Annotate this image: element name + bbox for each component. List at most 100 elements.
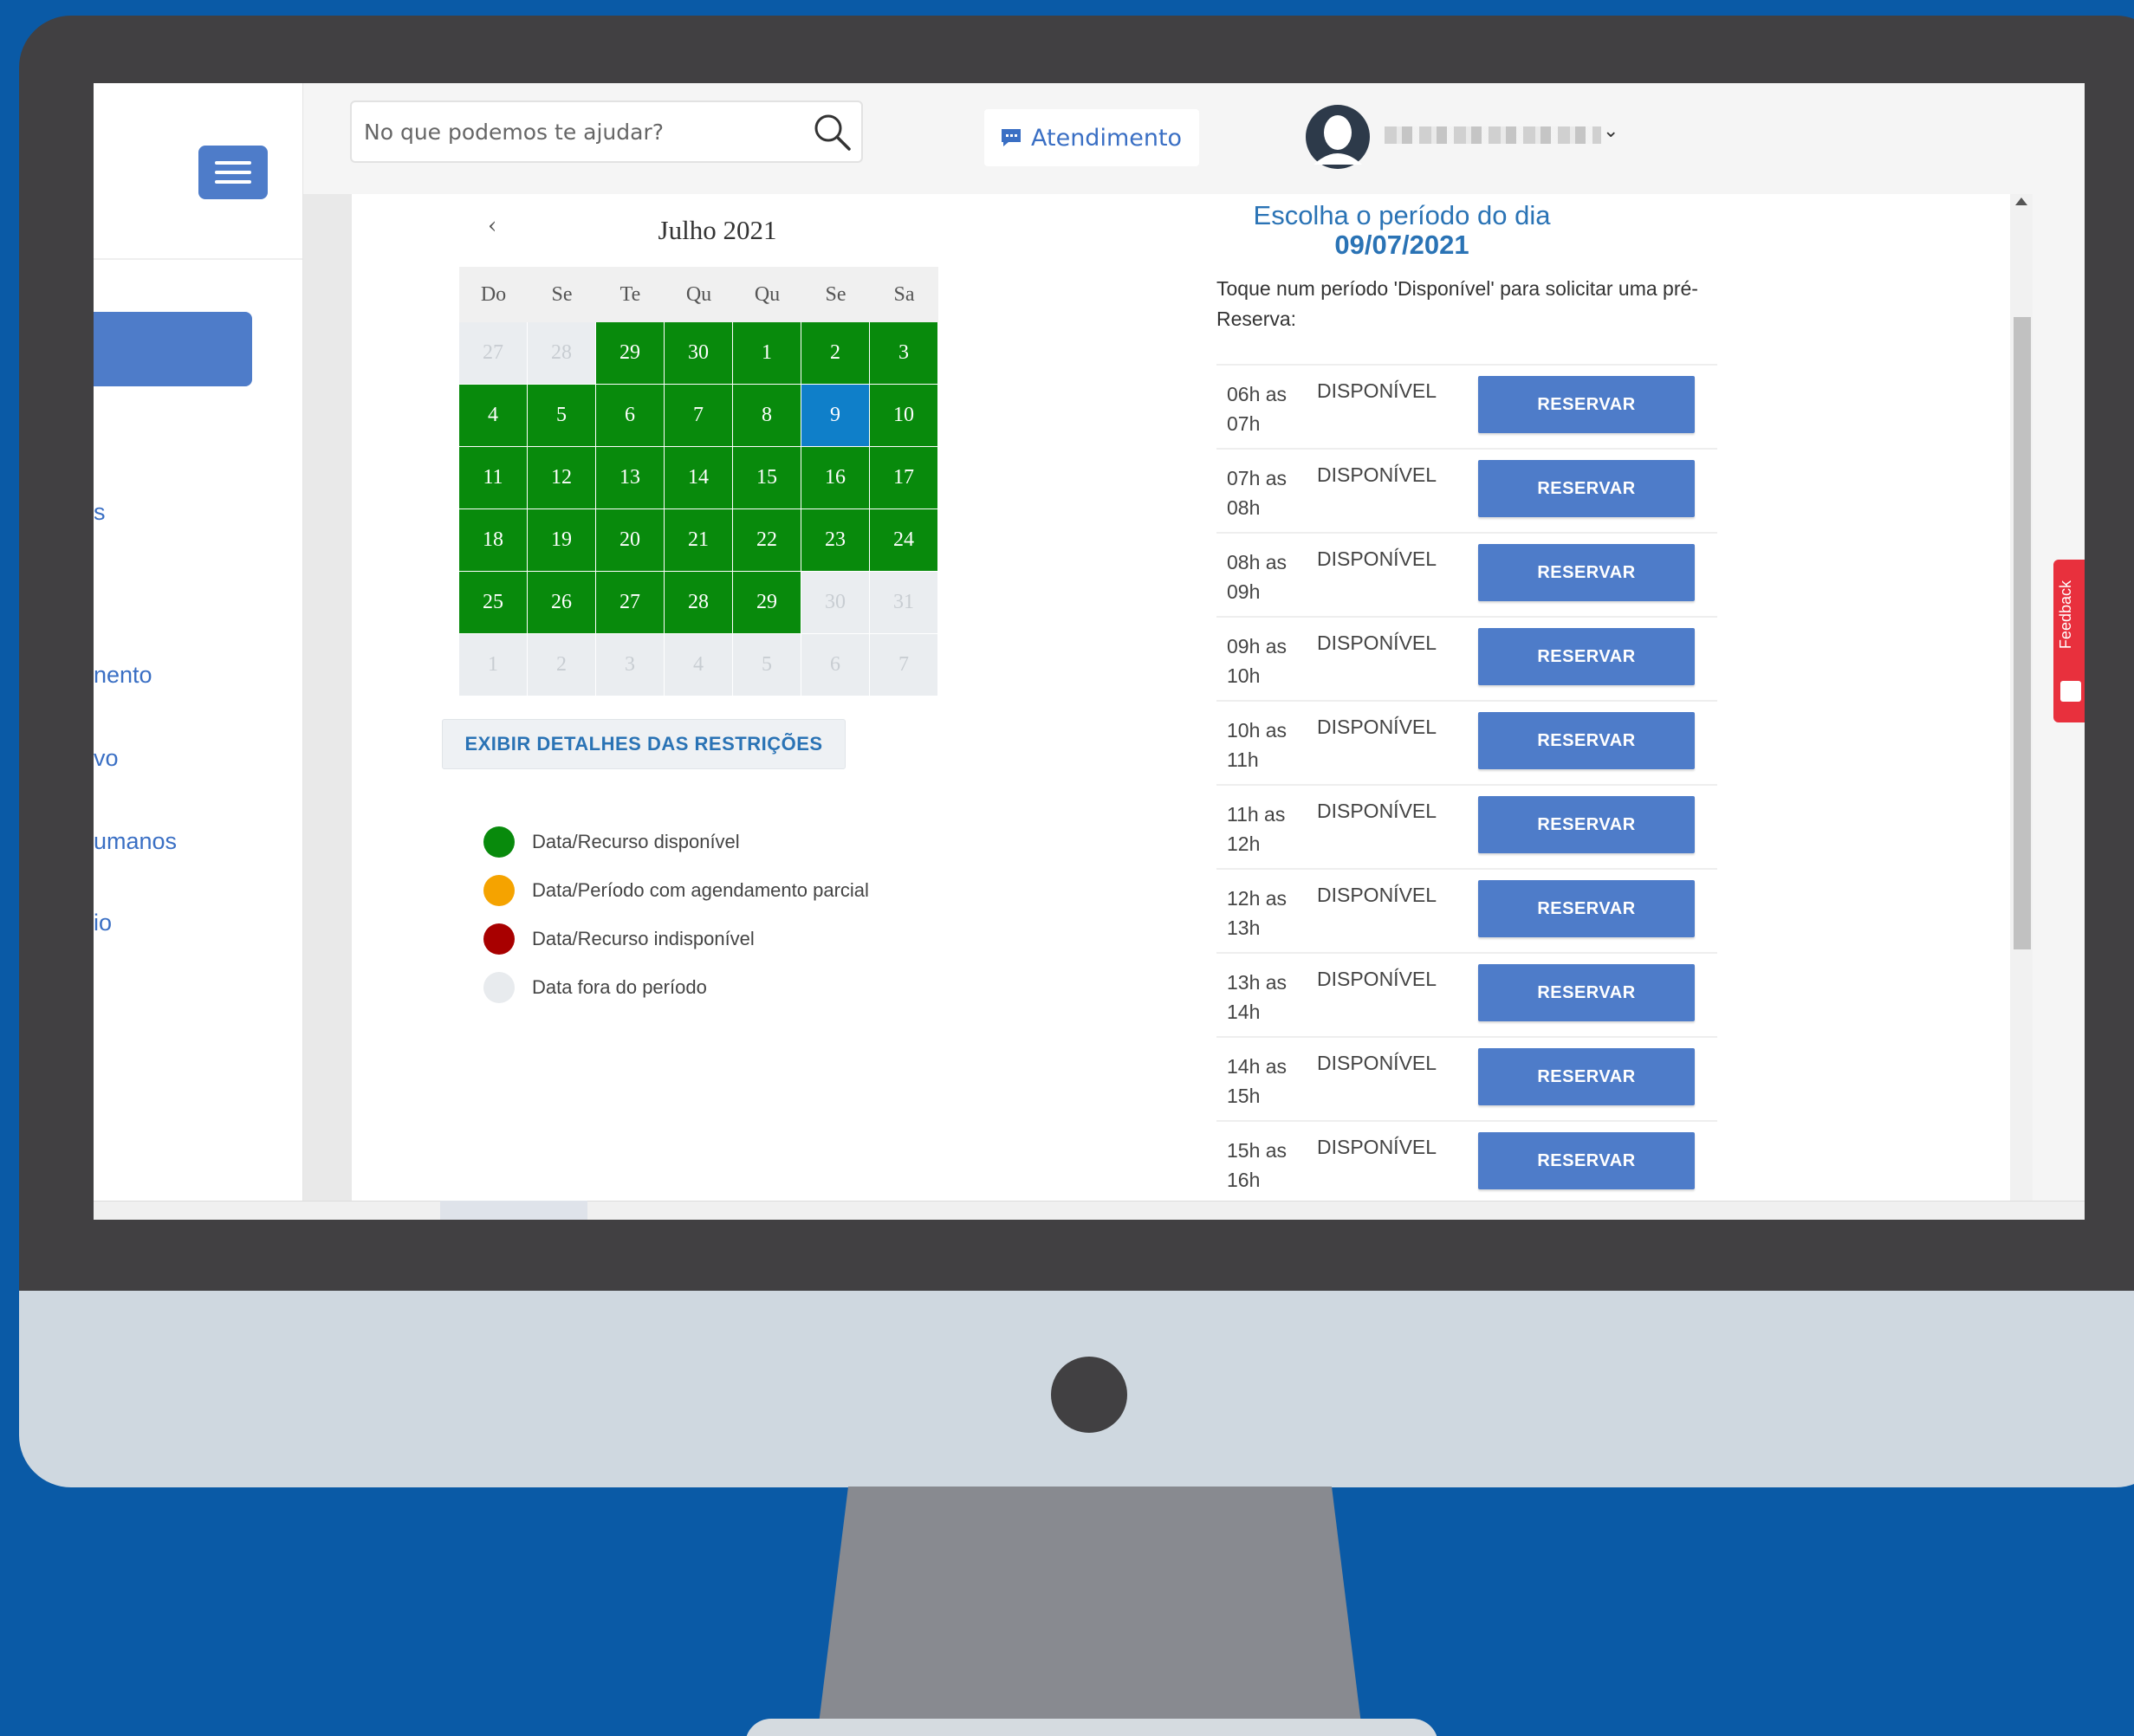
reserve-button[interactable]: RESERVAR: [1478, 880, 1695, 937]
chevron-down-icon[interactable]: ⌄: [1603, 120, 1618, 142]
scrollbar[interactable]: [2010, 194, 2033, 1201]
calendar-day-selected[interactable]: 9: [801, 385, 869, 446]
feedback-label: Feedback: [2057, 580, 2074, 650]
calendar-day[interactable]: 5: [528, 385, 595, 446]
calendar-day[interactable]: 27: [596, 572, 664, 633]
period-status: DISPONÍVEL: [1317, 547, 1437, 570]
calendar-day[interactable]: 8: [733, 385, 801, 446]
feedback-icon: [2060, 681, 2081, 702]
calendar-day[interactable]: 7: [665, 385, 732, 446]
user-name-blurred[interactable]: [1385, 126, 1601, 144]
calendar-day: 2: [528, 634, 595, 696]
period-time-start: 10h as: [1227, 719, 1288, 742]
calendar-day[interactable]: 26: [528, 572, 595, 633]
period-status: DISPONÍVEL: [1317, 632, 1437, 654]
top-bar: Atendimento ⌄: [303, 83, 2085, 194]
period-status: DISPONÍVEL: [1317, 884, 1437, 906]
period-list: 06h as 07h DISPONÍVEL RESERVAR 07h as 08h DISP…: [1216, 364, 1717, 1206]
show-restrictions-button[interactable]: EXIBIR DETALHES DAS RESTRIÇÕES: [442, 719, 846, 769]
calendar-day[interactable]: 3: [870, 322, 937, 384]
period-time: 14h as 15h: [1227, 1052, 1305, 1111]
reserve-button[interactable]: RESERVAR: [1478, 460, 1695, 517]
power-button: [1051, 1357, 1127, 1433]
sidebar-item[interactable]: nento: [94, 662, 152, 689]
calendar-day[interactable]: 24: [870, 509, 937, 571]
calendar-day[interactable]: 22: [733, 509, 801, 571]
attendance-button[interactable]: Atendimento: [984, 109, 1199, 166]
search-input[interactable]: [364, 102, 797, 161]
reserve-button[interactable]: RESERVAR: [1478, 376, 1695, 433]
calendar-day[interactable]: 6: [596, 385, 664, 446]
period-row: 07h as 08h DISPONÍVEL RESERVAR: [1216, 450, 1717, 534]
calendar-day[interactable]: 23: [801, 509, 869, 571]
scroll-thumb[interactable]: [2014, 317, 2031, 949]
reserve-button[interactable]: RESERVAR: [1478, 1132, 1695, 1189]
sidebar-item[interactable]: s: [94, 499, 106, 526]
calendar-day[interactable]: 28: [665, 572, 732, 633]
menu-button[interactable]: [198, 146, 268, 199]
scroll-up-arrow-icon[interactable]: [2015, 198, 2027, 205]
period-row: 14h as 15h DISPONÍVEL RESERVAR: [1216, 1038, 1717, 1122]
calendar-day: 30: [801, 572, 869, 633]
sidebar-item[interactable]: umanos: [94, 828, 177, 855]
calendar-day[interactable]: 25: [459, 572, 527, 633]
calendar-day: 27: [459, 322, 527, 384]
sidebar-item[interactable]: io: [94, 910, 112, 936]
sidebar-item[interactable]: vo: [94, 745, 119, 772]
calendar-grid: Do Se Te Qu Qu Se Sa 27 28 29 30 1 2 3 4 5 6 7 8 9 10 11 12 13 1…: [459, 267, 938, 696]
calendar-day[interactable]: 29: [596, 322, 664, 384]
calendar-day[interactable]: 30: [665, 322, 732, 384]
calendar-day[interactable]: 16: [801, 447, 869, 508]
calendar-prev-button[interactable]: ‹: [488, 213, 496, 239]
period-time-start: 12h as: [1227, 887, 1288, 910]
calendar-day: 31: [870, 572, 937, 633]
calendar-day[interactable]: 2: [801, 322, 869, 384]
period-status: DISPONÍVEL: [1317, 716, 1437, 738]
bottom-strip: [94, 1201, 2085, 1220]
period-time-end: 07h: [1227, 412, 1261, 435]
period-time: 12h as 13h: [1227, 884, 1305, 942]
calendar-day[interactable]: 18: [459, 509, 527, 571]
legend-dot-icon: [483, 972, 515, 1003]
reserve-button[interactable]: RESERVAR: [1478, 1048, 1695, 1105]
period-time-start: 07h as: [1227, 467, 1288, 489]
search-icon[interactable]: [811, 111, 854, 154]
avatar[interactable]: [1305, 104, 1371, 170]
calendar-day[interactable]: 12: [528, 447, 595, 508]
calendar-day[interactable]: 1: [733, 322, 801, 384]
monitor-stand: [817, 1487, 1363, 1736]
period-time-end: 10h: [1227, 664, 1261, 687]
period-time-end: 16h: [1227, 1169, 1261, 1191]
calendar-day[interactable]: 19: [528, 509, 595, 571]
period-time: 07h as 08h: [1227, 463, 1305, 522]
chat-icon: [1002, 129, 1021, 146]
period-status: DISPONÍVEL: [1317, 379, 1437, 402]
attendance-label: Atendimento: [1031, 124, 1183, 152]
calendar-day[interactable]: 13: [596, 447, 664, 508]
calendar-day[interactable]: 29: [733, 572, 801, 633]
calendar-day[interactable]: 15: [733, 447, 801, 508]
reserve-button[interactable]: RESERVAR: [1478, 796, 1695, 853]
reserve-button[interactable]: RESERVAR: [1478, 964, 1695, 1021]
reserve-button[interactable]: RESERVAR: [1478, 628, 1695, 685]
calendar-day[interactable]: 20: [596, 509, 664, 571]
calendar-day[interactable]: 11: [459, 447, 527, 508]
period-time-start: 15h as: [1227, 1139, 1288, 1162]
calendar-day[interactable]: 21: [665, 509, 732, 571]
period-instruction: Toque num período 'Disponível' para soli…: [1216, 277, 1698, 330]
reserve-button[interactable]: RESERVAR: [1478, 712, 1695, 769]
period-time-end: 12h: [1227, 832, 1261, 855]
calendar-day: 28: [528, 322, 595, 384]
bottom-tab[interactable]: [440, 1201, 587, 1220]
calendar-day[interactable]: 4: [459, 385, 527, 446]
calendar-day[interactable]: 17: [870, 447, 937, 508]
calendar-day[interactable]: 10: [870, 385, 937, 446]
weekday-header: Do: [459, 267, 528, 322]
reserve-button[interactable]: RESERVAR: [1478, 544, 1695, 601]
feedback-tab[interactable]: Feedback: [2053, 560, 2085, 722]
period-time-start: 06h as: [1227, 383, 1288, 405]
calendar-day[interactable]: 14: [665, 447, 732, 508]
sidebar-item-active[interactable]: [94, 312, 252, 386]
period-time-end: 14h: [1227, 1001, 1261, 1023]
period-status: DISPONÍVEL: [1317, 1052, 1437, 1074]
